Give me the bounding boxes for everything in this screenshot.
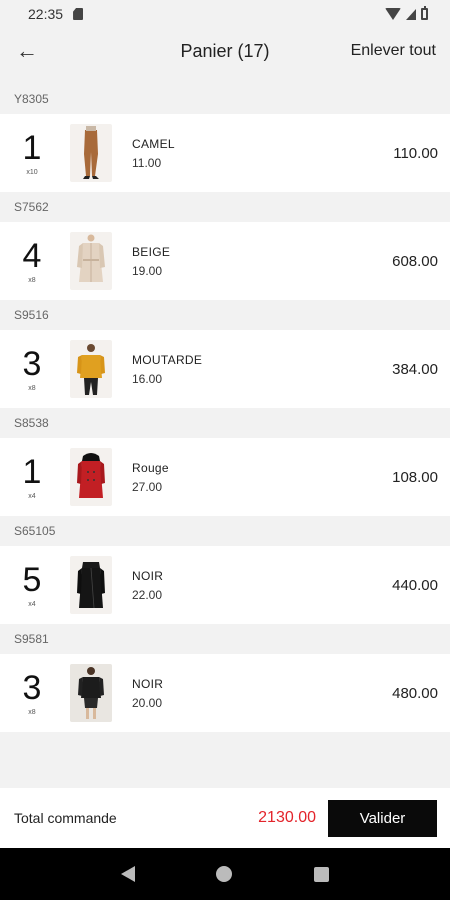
quantity: 1 x4 bbox=[0, 455, 64, 500]
cart-item[interactable]: 4 x8 BEIGE 19.00 608.00 bbox=[0, 222, 450, 300]
quantity-value: 3 bbox=[22, 344, 42, 383]
item-color: NOIR bbox=[132, 568, 164, 583]
item-info: NOIR 20.00 bbox=[132, 677, 163, 710]
status-time: 22:35 bbox=[28, 6, 64, 22]
quantity: 3 x8 bbox=[0, 671, 64, 716]
item-line-total: 480.00 bbox=[392, 684, 438, 702]
app-bar: ← Panier (17) Enlever tout bbox=[0, 28, 450, 74]
group-header: S7562 bbox=[0, 192, 450, 222]
back-button[interactable]: ← bbox=[12, 36, 42, 66]
quantity: 5 x4 bbox=[0, 563, 64, 608]
wifi-icon bbox=[385, 8, 401, 20]
quantity-multiplier: x8 bbox=[28, 384, 36, 392]
nav-recent-icon[interactable] bbox=[314, 866, 330, 882]
group-header: Y8305 bbox=[0, 84, 450, 114]
item-unit-price: 16.00 bbox=[132, 371, 163, 386]
item-color: BEIGE bbox=[132, 244, 171, 259]
nav-home-icon[interactable] bbox=[216, 866, 233, 882]
item-color: Rouge bbox=[132, 460, 169, 475]
quantity: 1 x10 bbox=[0, 131, 64, 176]
item-line-total: 110.00 bbox=[393, 144, 438, 162]
quantity-value: 1 bbox=[22, 128, 42, 167]
cell-signal-icon bbox=[406, 8, 416, 20]
quantity-multiplier: x8 bbox=[28, 276, 36, 284]
item-unit-price: 20.00 bbox=[132, 695, 163, 710]
quantity-multiplier: x8 bbox=[28, 708, 36, 716]
status-right bbox=[385, 6, 428, 20]
cart-item[interactable]: 1 x4 Rouge 27.00 108.00 bbox=[0, 438, 450, 516]
jacket-icon bbox=[70, 664, 112, 722]
item-unit-price: 19.00 bbox=[132, 263, 163, 278]
item-line-total: 608.00 bbox=[392, 252, 438, 270]
remove-all-button[interactable]: Enlever tout bbox=[351, 42, 436, 60]
quantity-value: 5 bbox=[22, 560, 42, 599]
group-header: S8538 bbox=[0, 408, 450, 438]
arrow-left-icon: ← bbox=[16, 38, 38, 63]
item-line-total: 108.00 bbox=[392, 468, 438, 486]
group-header: S9516 bbox=[0, 300, 450, 330]
cart-item[interactable]: 3 x8 NOIR 20.00 480.00 bbox=[0, 654, 450, 732]
item-color: MOUTARDE bbox=[132, 352, 203, 367]
order-footer: Total commande 2130.00 Valider bbox=[0, 788, 450, 848]
validate-button[interactable]: Valider bbox=[328, 800, 437, 837]
total-value: 2130.00 bbox=[258, 809, 316, 826]
item-unit-price: 11.00 bbox=[132, 155, 162, 170]
item-color: NOIR bbox=[132, 676, 164, 691]
jacket-icon bbox=[70, 340, 112, 398]
cart-item[interactable]: 3 x8 MOUTARDE 16.00 384.00 bbox=[0, 330, 450, 408]
system-nav-bar bbox=[0, 848, 450, 900]
group-header: S65105 bbox=[0, 516, 450, 546]
quantity-value: 1 bbox=[22, 452, 42, 491]
cart-item[interactable]: 1 x10 CAMEL 11.00 110.00 bbox=[0, 114, 450, 192]
cart-list: Y8305 1 x10 CAMEL 11.00 110.00 S7562 4 x… bbox=[0, 84, 450, 732]
item-info: BEIGE 19.00 bbox=[132, 245, 170, 278]
trench-coat-icon bbox=[70, 232, 112, 290]
nav-back-icon[interactable] bbox=[120, 866, 135, 882]
quantity-multiplier: x4 bbox=[28, 600, 36, 608]
sim-card-icon bbox=[73, 8, 84, 20]
group-header: S9581 bbox=[0, 624, 450, 654]
battery-icon bbox=[421, 6, 428, 20]
status-bar: 22:35 bbox=[0, 0, 450, 28]
item-line-total: 384.00 bbox=[392, 360, 438, 378]
item-info: NOIR 22.00 bbox=[132, 569, 163, 602]
quantity: 4 x8 bbox=[0, 239, 64, 284]
item-info: MOUTARDE 16.00 bbox=[132, 353, 202, 386]
item-unit-price: 22.00 bbox=[132, 587, 163, 602]
cart-item[interactable]: 5 x4 NOIR 22.00 440.00 bbox=[0, 546, 450, 624]
item-line-total: 440.00 bbox=[392, 576, 438, 594]
item-info: CAMEL 11.00 bbox=[132, 137, 175, 170]
total-label: Total commande bbox=[14, 810, 117, 826]
item-info: Rouge 27.00 bbox=[132, 461, 169, 494]
item-unit-price: 27.00 bbox=[132, 479, 163, 494]
quantity-multiplier: x4 bbox=[28, 492, 36, 500]
quantity-multiplier: x10 bbox=[26, 168, 38, 176]
quantity-value: 4 bbox=[22, 236, 42, 275]
quantity: 3 x8 bbox=[0, 347, 64, 392]
coat-icon bbox=[70, 556, 112, 614]
quantity-value: 3 bbox=[22, 668, 42, 707]
pants-icon bbox=[70, 124, 112, 182]
coat-icon bbox=[70, 448, 112, 506]
status-left: 22:35 bbox=[28, 6, 84, 22]
item-color: CAMEL bbox=[132, 136, 175, 151]
